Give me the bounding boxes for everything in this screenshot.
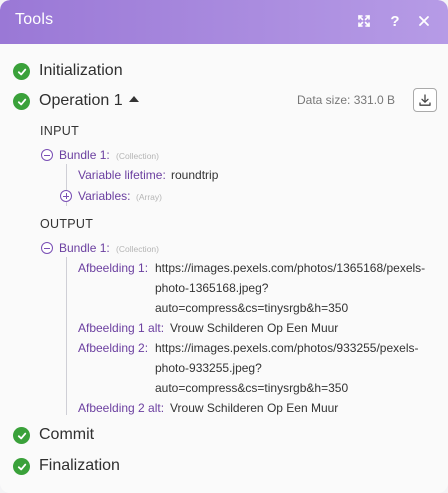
success-check-icon bbox=[13, 427, 30, 444]
field-value-line: photo-1365168.jpeg? bbox=[155, 281, 269, 295]
close-button[interactable] bbox=[413, 10, 435, 32]
input-heading: INPUT bbox=[40, 124, 79, 138]
title-bar: Tools ? bbox=[0, 0, 448, 44]
tree-guide-line bbox=[66, 257, 67, 415]
field-key: Afbeelding 2 alt: bbox=[78, 401, 165, 415]
field-value-line: https://images.pexels.com/photos/933255/… bbox=[155, 341, 419, 355]
download-icon bbox=[419, 94, 431, 106]
field-value-line: Vrouw Schilderen Op Een Muur bbox=[170, 321, 339, 335]
success-check-icon bbox=[13, 93, 30, 110]
stage-commit[interactable]: Commit bbox=[39, 426, 94, 444]
expand-icon bbox=[358, 15, 370, 27]
output-bundle-label: Bundle 1: bbox=[59, 241, 110, 255]
field-value-line: photo-933255.jpeg? bbox=[155, 361, 262, 375]
output-bundle-type: (Collection) bbox=[116, 244, 159, 254]
field-value-line: https://images.pexels.com/photos/1365168… bbox=[155, 261, 426, 275]
success-check-icon bbox=[13, 458, 30, 475]
stage-initialization[interactable]: Initialization bbox=[39, 62, 123, 80]
collapse-toggle-icon[interactable] bbox=[41, 242, 53, 254]
stage-finalization[interactable]: Finalization bbox=[39, 457, 120, 475]
collapse-toggle-icon[interactable] bbox=[41, 149, 53, 161]
success-check-icon bbox=[13, 63, 30, 80]
output-heading: OUTPUT bbox=[40, 217, 94, 231]
tools-panel: Tools ? Initialization Operation 1 Data … bbox=[0, 0, 448, 493]
help-button[interactable]: ? bbox=[384, 10, 406, 32]
window-title: Tools bbox=[15, 11, 54, 28]
field-value-line: Vrouw Schilderen Op Een Muur bbox=[170, 401, 339, 415]
expand-button[interactable] bbox=[353, 10, 375, 32]
download-button[interactable] bbox=[413, 88, 437, 112]
field-value-line: auto=compress&cs=tinysrgb&h=350 bbox=[155, 381, 349, 395]
field-value-line: auto=compress&cs=tinysrgb&h=350 bbox=[155, 301, 349, 315]
variables-label: Variables: bbox=[78, 189, 131, 203]
field-key: Variable lifetime: bbox=[78, 168, 166, 182]
field-key: Afbeelding 1 alt: bbox=[78, 321, 165, 335]
help-icon: ? bbox=[390, 12, 400, 30]
expand-toggle-icon[interactable] bbox=[60, 190, 72, 202]
input-bundle-type: (Collection) bbox=[116, 151, 159, 161]
input-bundle-label: Bundle 1: bbox=[59, 148, 110, 162]
field-key: Afbeelding 1: bbox=[78, 261, 149, 275]
stage-operation-1[interactable]: Operation 1 bbox=[39, 92, 123, 110]
field-key: Afbeelding 2: bbox=[78, 341, 149, 355]
variables-type: (Array) bbox=[136, 192, 162, 202]
close-icon bbox=[419, 16, 429, 26]
data-size: Data size: 331.0 B bbox=[297, 93, 396, 107]
field-value: roundtrip bbox=[171, 168, 219, 182]
collapse-caret-icon[interactable] bbox=[129, 96, 139, 102]
